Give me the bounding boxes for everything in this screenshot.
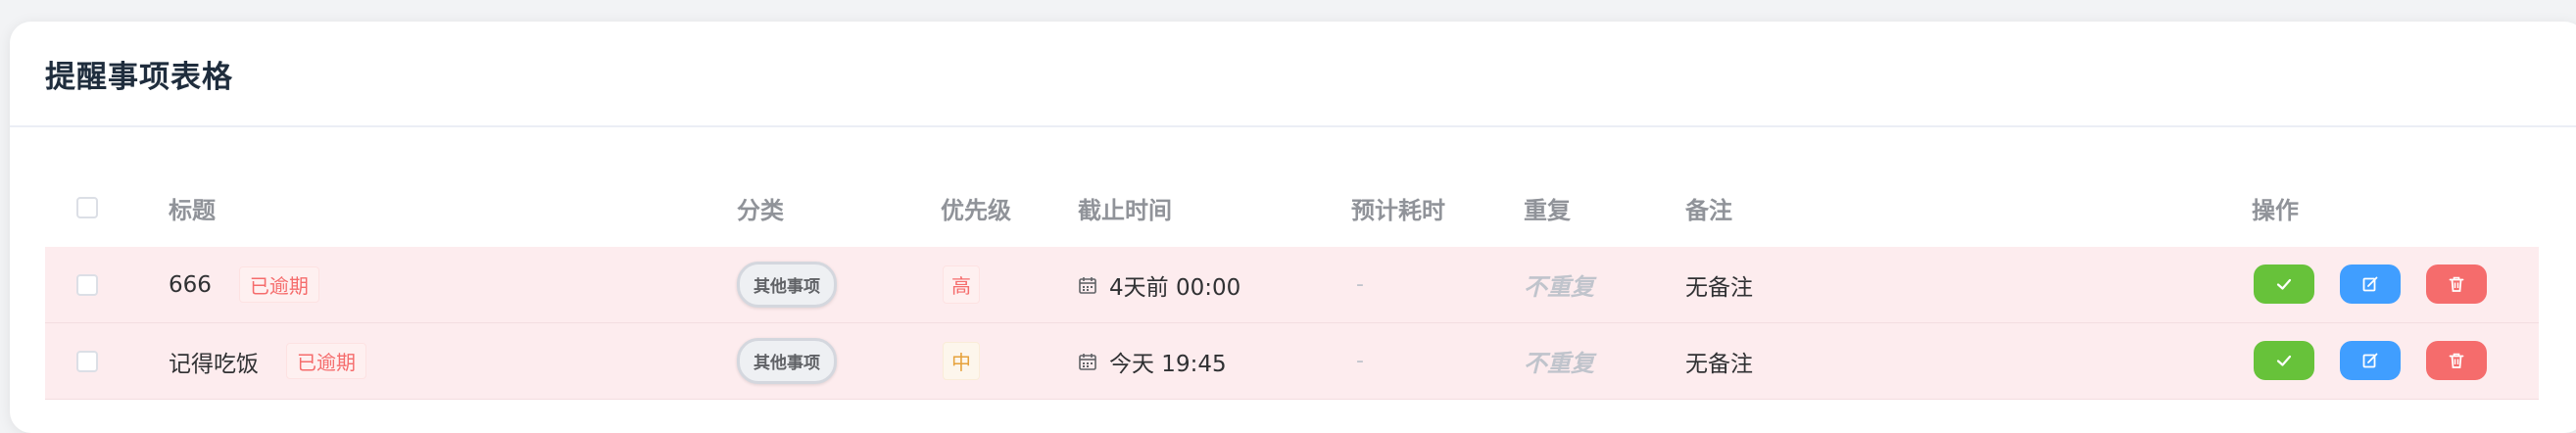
- reminder-title: 记得吃饭: [169, 351, 259, 377]
- header-deadline[interactable]: 截止时间: [1078, 168, 1172, 247]
- table-row: 666 已逾期 其他事项 高 4天前 00:00 - 不重复 无备注: [45, 247, 2539, 323]
- edit-icon: [2362, 276, 2378, 292]
- category-cell: 其他事项: [737, 247, 837, 322]
- table-header-row: 标题 分类 优先级 截止时间 预计耗时 重复 备注 操作: [45, 168, 2539, 247]
- card-title: 提醒事项表格: [45, 59, 233, 95]
- category-tag: 其他事项: [737, 262, 837, 308]
- reminder-title: 666: [169, 271, 212, 298]
- header-category[interactable]: 分类: [737, 168, 784, 247]
- priority-cell: 高: [943, 247, 980, 322]
- delete-button[interactable]: [2426, 341, 2487, 380]
- overdue-tag: 已逾期: [286, 343, 366, 379]
- row-select-cell: [76, 247, 98, 322]
- estimate-cell: -: [1356, 349, 1364, 373]
- reminder-table-card: 提醒事项表格 标题 分类 优先级 截止时间 预计耗时 重复 备注 操作 666 …: [10, 22, 2576, 433]
- title-cell: 记得吃饭 已逾期: [169, 323, 366, 399]
- header-actions: 操作: [2252, 196, 2299, 224]
- repeat-cell: 不重复: [1524, 350, 1594, 377]
- header-title[interactable]: 标题: [169, 168, 216, 247]
- title-cell: 666 已逾期: [169, 247, 319, 322]
- category-tag: 其他事项: [737, 338, 837, 384]
- row-checkbox[interactable]: [76, 350, 98, 372]
- check-icon: [2276, 355, 2292, 366]
- complete-button[interactable]: [2254, 341, 2314, 380]
- delete-button[interactable]: [2426, 265, 2487, 304]
- check-icon: [2276, 278, 2292, 290]
- priority-tag: 中: [943, 342, 980, 380]
- priority-tag: 高: [943, 265, 980, 304]
- table-row: 记得吃饭 已逾期 其他事项 中 今天 19:45 - 不重复 无备注: [45, 323, 2539, 400]
- overdue-tag: 已逾期: [238, 266, 319, 303]
- reminder-table: 标题 分类 优先级 截止时间 预计耗时 重复 备注 操作 666 已逾期 其他事…: [45, 168, 2539, 400]
- deadline-cell: 4天前 00:00: [1078, 247, 1240, 322]
- header-notes[interactable]: 备注: [1685, 168, 1732, 247]
- deadline-text: 4天前 00:00: [1109, 274, 1241, 301]
- priority-cell: 中: [943, 323, 980, 399]
- select-all-cell: [76, 168, 98, 247]
- card-header: 提醒事项表格: [10, 22, 2576, 127]
- header-repeat[interactable]: 重复: [1524, 168, 1571, 247]
- calendar-icon: [1079, 276, 1096, 294]
- notes-cell: 无备注: [1685, 274, 1753, 301]
- header-estimate[interactable]: 预计耗时: [1351, 168, 1445, 247]
- calendar-icon: [1079, 353, 1096, 370]
- trash-icon: [2449, 353, 2464, 368]
- header-priority[interactable]: 优先级: [941, 168, 1011, 247]
- repeat-cell: 不重复: [1524, 273, 1594, 301]
- edit-button[interactable]: [2340, 341, 2401, 380]
- select-all-checkbox[interactable]: [76, 197, 98, 218]
- deadline-text: 今天 19:45: [1109, 351, 1227, 377]
- notes-cell: 无备注: [1685, 351, 1753, 377]
- complete-button[interactable]: [2254, 265, 2314, 304]
- deadline-cell: 今天 19:45: [1078, 323, 1227, 399]
- edit-icon: [2362, 353, 2378, 368]
- trash-icon: [2449, 276, 2464, 292]
- edit-button[interactable]: [2340, 265, 2401, 304]
- row-select-cell: [76, 323, 98, 399]
- estimate-cell: -: [1356, 272, 1364, 297]
- row-checkbox[interactable]: [76, 273, 98, 296]
- category-cell: 其他事项: [737, 323, 837, 399]
